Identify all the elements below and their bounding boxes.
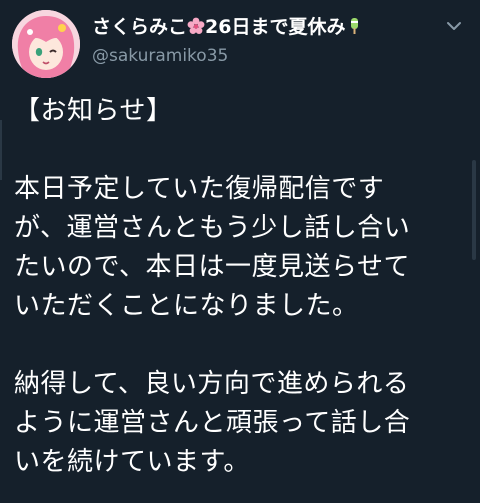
author-names: さくらみこ 26日まで夏休み @sakuramiko35: [92, 14, 432, 68]
display-name-text: さくらみこ: [92, 16, 188, 38]
tweet: さくらみこ 26日まで夏休み @sakuramiko35 【お知らせ】 本日予定…: [0, 0, 480, 503]
tweet-text-line: が、運営さんともう少し話し合い: [14, 213, 411, 243]
tweet-text-line: 納得して、良い方向で進められる: [14, 369, 410, 399]
tweet-text-line: いを続けています。: [14, 447, 250, 477]
author-handle[interactable]: @sakuramiko35: [92, 44, 432, 68]
tweet-text-line: 【お知らせ】: [14, 96, 173, 126]
display-name[interactable]: さくらみこ 26日まで夏休み: [92, 14, 432, 40]
scrollbar[interactable]: [472, 160, 476, 260]
tweet-text-line: [14, 326, 454, 365]
tweet-text-line: ように運営さんと頑張って話し合: [14, 408, 411, 438]
tweet-text: 【お知らせ】 本日予定していた復帰配信です が、運営さんともう少し話し合い たい…: [14, 92, 454, 482]
tweet-text-line: いただくことになりました。: [14, 291, 359, 321]
display-name-suffix: 26日まで夏休み: [205, 16, 346, 38]
avatar[interactable]: [12, 10, 80, 78]
cherry-blossom-icon: [187, 16, 205, 34]
edge-divider: [0, 120, 2, 180]
tweet-text-line: 本日予定していた復帰配信です: [14, 174, 385, 204]
tweet-text-line: [14, 131, 454, 170]
popsicle-icon: [345, 16, 363, 34]
chevron-down-icon[interactable]: [442, 14, 466, 38]
tweet-header: さくらみこ 26日まで夏休み @sakuramiko35: [12, 10, 468, 80]
tweet-text-line: たいので、本日は一度見送らせて: [14, 252, 410, 282]
